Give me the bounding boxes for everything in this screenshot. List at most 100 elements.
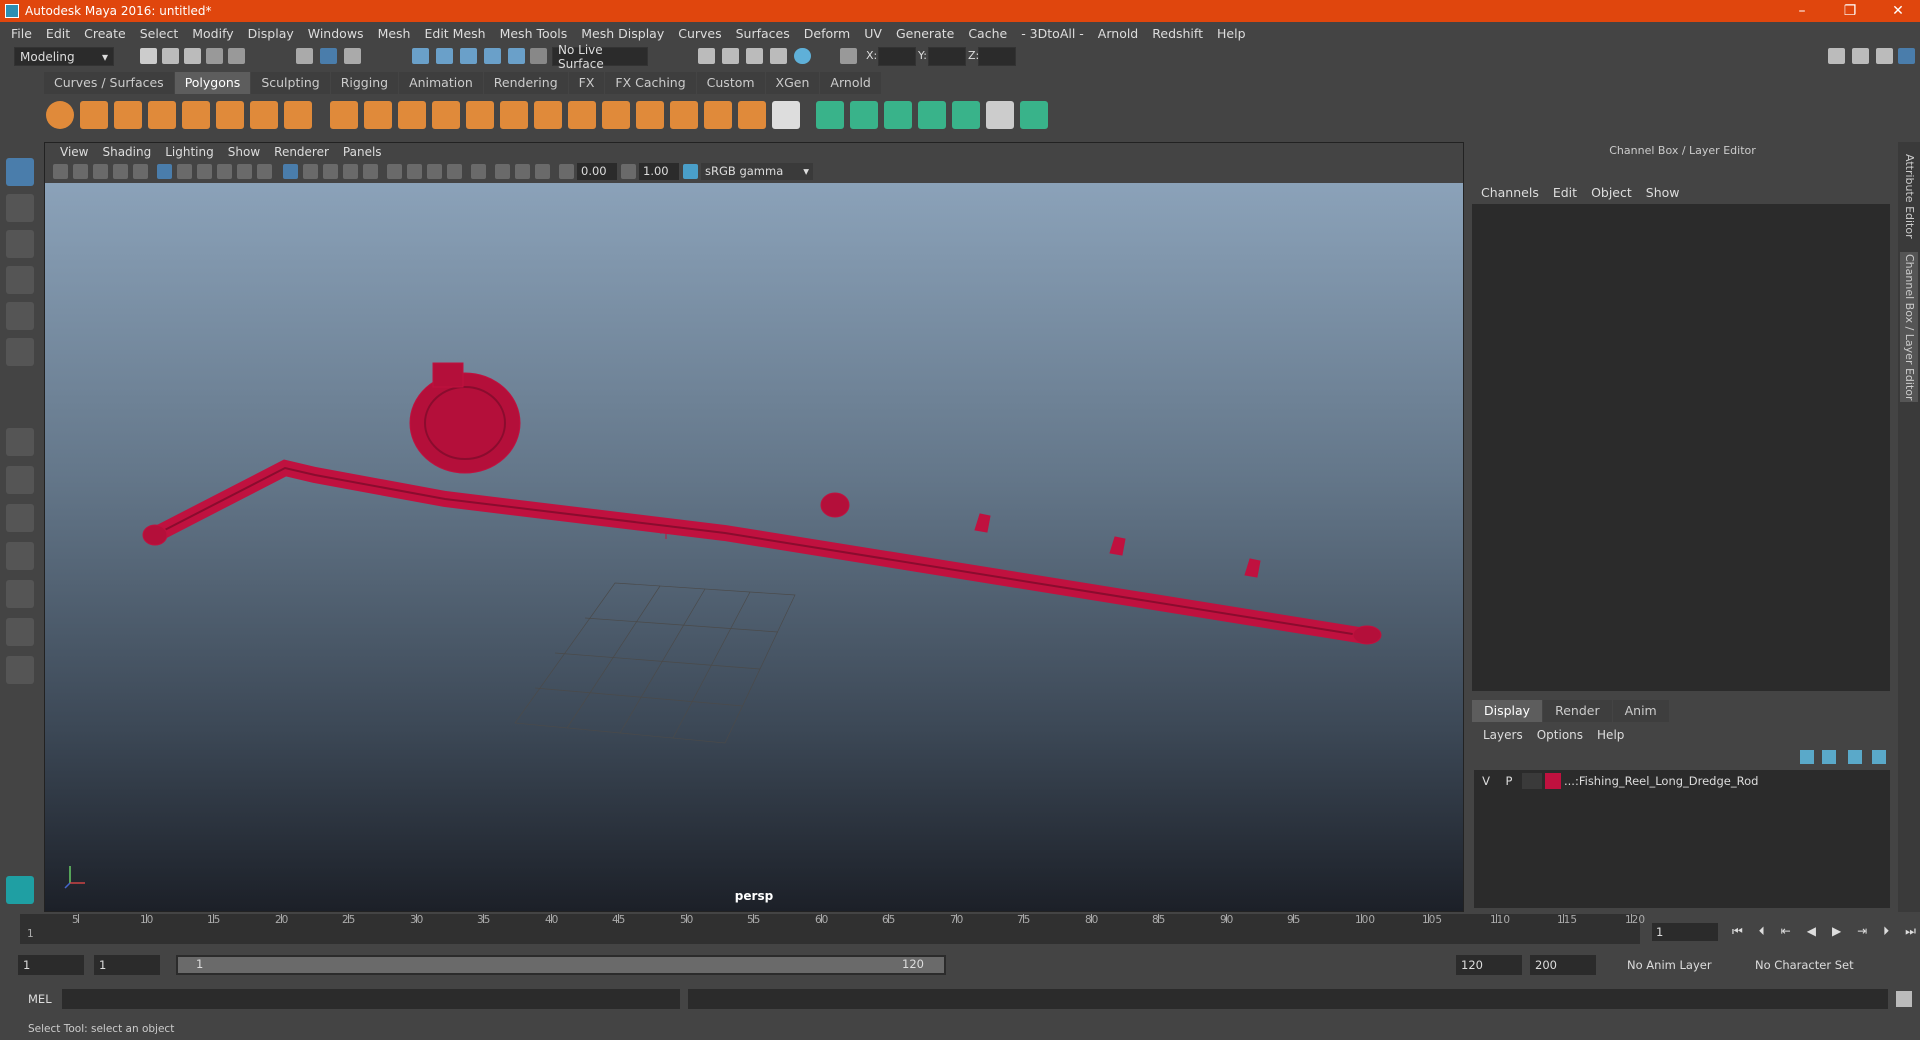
multi-cut-icon[interactable] [670, 101, 698, 129]
step-forward-icon[interactable]: ⏵ [1883, 924, 1889, 942]
poly-cube-icon[interactable] [80, 101, 108, 129]
panel-menu-shading[interactable]: Shading [95, 145, 158, 159]
camera-attributes-icon[interactable] [73, 164, 88, 179]
menu-edit-mesh[interactable]: Edit Mesh [417, 26, 492, 41]
tab-fx[interactable]: FX [568, 72, 605, 94]
anim-layer-dropdown[interactable]: No Anim Layer [1622, 955, 1742, 975]
step-forward-key-icon[interactable]: ⇥ [1857, 924, 1867, 942]
mirror-icon[interactable] [500, 101, 528, 129]
menu-create[interactable]: Create [77, 26, 133, 41]
select-object-icon[interactable] [320, 48, 337, 64]
tab-polygons[interactable]: Polygons [174, 72, 251, 94]
select-component-icon[interactable] [344, 48, 361, 64]
tab-arnold[interactable]: Arnold [820, 72, 881, 94]
poly-pipe-icon[interactable] [284, 101, 312, 129]
new-scene-icon[interactable] [140, 48, 157, 64]
layout-menu-icon[interactable] [6, 656, 34, 684]
panel-menu-show[interactable]: Show [221, 145, 267, 159]
menu-options[interactable]: Options [1530, 728, 1590, 742]
motion-blur-icon[interactable] [447, 164, 462, 179]
perspective-viewport[interactable]: persp [45, 183, 1463, 911]
tab-xgen[interactable]: XGen [765, 72, 820, 94]
menu-layers[interactable]: Layers [1476, 728, 1530, 742]
use-all-lights-icon[interactable] [387, 164, 402, 179]
menu-redshift[interactable]: Redshift [1145, 26, 1210, 41]
isolate-select-icon[interactable] [471, 164, 486, 179]
lasso-tool-icon[interactable] [6, 194, 34, 222]
snap-point-icon[interactable] [460, 48, 477, 64]
uv-editor-icon[interactable] [1020, 101, 1048, 129]
current-frame-field[interactable]: 1 [1652, 923, 1718, 941]
image-plane-icon[interactable] [113, 164, 128, 179]
exposure-field[interactable]: 0.00 [577, 163, 617, 180]
two-panel-layout-icon[interactable] [6, 504, 34, 532]
menu-layer-help[interactable]: Help [1590, 728, 1631, 742]
scale-tool-icon[interactable] [6, 338, 34, 366]
target-weld-icon[interactable] [704, 101, 732, 129]
character-set-dropdown[interactable]: No Character Set [1750, 955, 1880, 975]
layer-type-toggle[interactable] [1522, 773, 1542, 789]
make-live-icon[interactable] [530, 48, 547, 64]
x-ray-components-icon[interactable] [535, 164, 550, 179]
panel-menu-renderer[interactable]: Renderer [267, 145, 336, 159]
menu-curves[interactable]: Curves [671, 26, 728, 41]
move-layer-down-icon[interactable] [1822, 750, 1836, 764]
cylindrical-uv-icon[interactable] [850, 101, 878, 129]
workspace-icon[interactable] [1828, 48, 1845, 64]
x-ray-icon[interactable] [495, 164, 510, 179]
panel-menu-panels[interactable]: Panels [336, 145, 389, 159]
mode-dropdown[interactable]: Modeling ▾ [14, 47, 114, 66]
menu-generate[interactable]: Generate [889, 26, 961, 41]
menu-deform[interactable]: Deform [797, 26, 857, 41]
exposure-icon[interactable] [559, 164, 574, 179]
y-field[interactable] [928, 47, 966, 66]
planar-uv-icon[interactable] [816, 101, 844, 129]
undo-icon[interactable] [206, 48, 223, 64]
script-editor-icon[interactable] [1896, 991, 1912, 1007]
film-gate-icon[interactable] [177, 164, 192, 179]
field-chart-icon[interactable] [237, 164, 252, 179]
menu-channels[interactable]: Channels [1474, 185, 1546, 200]
channel-box-toggle-icon[interactable] [1876, 48, 1893, 64]
poly-sphere-icon[interactable] [46, 101, 74, 129]
render-settings-icon[interactable] [746, 48, 763, 64]
z-field[interactable] [978, 47, 1016, 66]
attribute-editor-toggle-icon[interactable] [1898, 48, 1915, 64]
smooth-icon[interactable] [432, 101, 460, 129]
minimize-icon[interactable]: – [1784, 0, 1820, 22]
command-input[interactable] [62, 989, 680, 1009]
menu-help[interactable]: Help [1210, 26, 1253, 41]
playback-end-field[interactable]: 120 [1456, 955, 1522, 975]
select-camera-icon[interactable] [53, 164, 68, 179]
menu-windows[interactable]: Windows [301, 26, 371, 41]
live-surface-field[interactable]: No Live Surface [552, 43, 648, 71]
separate-icon[interactable] [364, 101, 392, 129]
menu-arnold[interactable]: Arnold [1091, 26, 1145, 41]
bookmark-icon[interactable] [93, 164, 108, 179]
tab-custom[interactable]: Custom [696, 72, 765, 94]
menu-edit[interactable]: Edit [39, 26, 77, 41]
use-default-material-icon[interactable] [323, 164, 338, 179]
range-slider-bar[interactable]: 1 120 [176, 955, 946, 975]
poly-plane-icon[interactable] [182, 101, 210, 129]
bridge-icon[interactable] [568, 101, 596, 129]
step-back-icon[interactable]: ⏴ [1759, 924, 1765, 942]
layer-visibility-toggle[interactable]: V [1476, 773, 1496, 789]
render-frame-icon[interactable] [698, 48, 715, 64]
transform-mode-icon[interactable] [840, 48, 857, 64]
fill-hole-icon[interactable] [772, 101, 800, 129]
ambient-occlusion-icon[interactable] [427, 164, 442, 179]
render-view-icon[interactable] [794, 48, 811, 64]
four-view-layout-icon[interactable] [6, 466, 34, 494]
menu-file[interactable]: File [4, 26, 39, 41]
smooth-shade-icon[interactable] [303, 164, 318, 179]
bevel-icon[interactable] [602, 101, 630, 129]
menu-object[interactable]: Object [1584, 185, 1639, 200]
select-tool-icon[interactable] [6, 158, 34, 186]
poly-cone-icon[interactable] [148, 101, 176, 129]
two-d-pan-icon[interactable] [133, 164, 148, 179]
menu-mesh[interactable]: Mesh [371, 26, 418, 41]
step-back-key-icon[interactable]: ⇤ [1781, 924, 1791, 942]
redo-icon[interactable] [228, 48, 245, 64]
x-field[interactable] [878, 47, 916, 66]
